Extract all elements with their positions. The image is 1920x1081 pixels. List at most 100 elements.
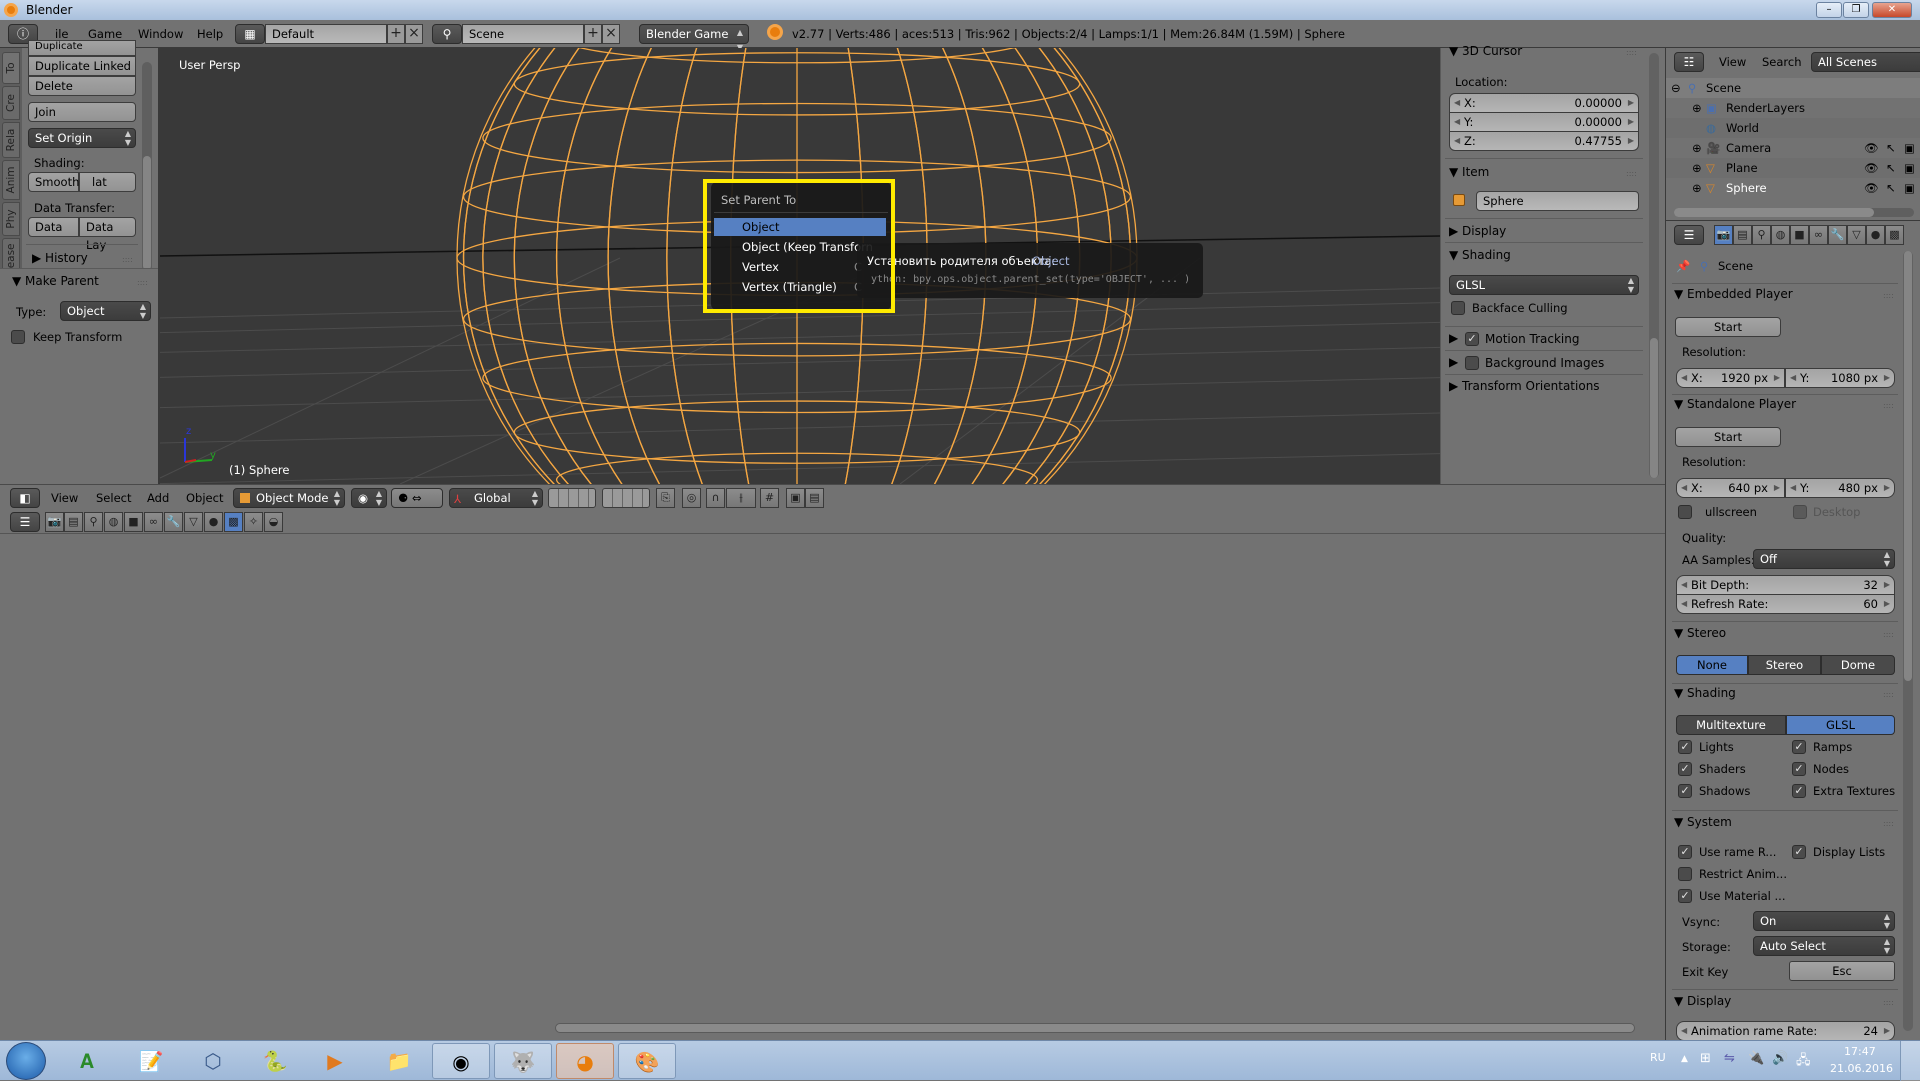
shade-flat-button[interactable]: lat [79, 172, 136, 192]
network-sync-icon[interactable]: ⇋ [1724, 1051, 1735, 1066]
menu-file[interactable]: ile [55, 27, 68, 41]
tab-render-icon[interactable]: 📷 [45, 512, 64, 532]
menu-window[interactable]: Window [138, 27, 183, 41]
stereo-dome-button[interactable]: Dome [1821, 655, 1895, 675]
backface-culling-checkbox[interactable] [1451, 301, 1465, 315]
menu-game[interactable]: Game [88, 27, 122, 41]
tab-object-icon[interactable]: ■ [1790, 225, 1809, 245]
desktop-checkbox[interactable] [1793, 505, 1807, 519]
interaction-mode-dropdown[interactable]: Object Mode ▲ ▼ [233, 488, 345, 508]
fullscreen-checkbox[interactable] [1678, 505, 1692, 519]
storage-dropdown[interactable]: Auto Select ▲ ▼ [1753, 936, 1895, 956]
cursor-y-field[interactable]: ◀ Y: 0.00000 ▶ [1449, 112, 1639, 132]
taskbar-explorer[interactable]: 📁 [370, 1043, 428, 1079]
tab-physics-icon[interactable]: ◒ [264, 512, 283, 532]
viewport-shading-button[interactable]: ◉ ▲ ▼ [351, 488, 387, 508]
taskbar-virtualbox[interactable]: ⬡ [184, 1043, 242, 1079]
restrict-anim-checkbox[interactable] [1678, 867, 1692, 881]
ramps-checkbox[interactable]: ✓ [1792, 740, 1806, 754]
tab-scene-icon[interactable]: ⚲ [84, 512, 103, 532]
npanel-scrollbar[interactable] [1649, 53, 1659, 478]
network-icon[interactable]: 🖧 [1796, 1051, 1811, 1073]
outliner-row-plane[interactable]: ⊕ ▽ Plane 👁 ↖ ▣ [1666, 158, 1920, 178]
display-panel-header[interactable]: ▼ Display [1674, 994, 1731, 1008]
tab-render-layers-icon[interactable]: ▤ [1733, 225, 1752, 245]
shading-panel-header[interactable]: ▼ Shading [1674, 686, 1736, 700]
tab-particles-icon[interactable]: ✧ [244, 512, 263, 532]
editor-type-properties-icon[interactable]: ☰ [1674, 225, 1704, 245]
display-panel-header[interactable]: ▶ Display [1449, 224, 1506, 238]
embedded-res-x-field[interactable]: ◀ X: 1920 px ▶ [1676, 368, 1785, 388]
lock-camera-icon[interactable]: ⎘ [656, 488, 675, 508]
tab-object-icon[interactable]: ■ [124, 512, 143, 532]
outliner-row-sphere[interactable]: ⊕ ▽ Sphere 👁 ↖ ▣ [1666, 178, 1920, 198]
use-material-checkbox[interactable]: ✓ [1678, 889, 1692, 903]
remove-scene-icon[interactable]: × [602, 24, 620, 44]
minimize-button[interactable]: – [1816, 2, 1842, 18]
menu-object[interactable]: Object [186, 491, 223, 505]
volume-icon[interactable]: 🔊 [1772, 1051, 1788, 1066]
power-icon[interactable]: 🔌 [1748, 1051, 1764, 1066]
transform-orientation-dropdown[interactable]: ⅄ Global ▲ ▼ [449, 488, 543, 508]
menu-select[interactable]: Select [96, 491, 131, 505]
show-hidden-icons-icon[interactable]: ▲ [1681, 1054, 1688, 1064]
tab-modifiers-icon[interactable]: 🔧 [1828, 225, 1847, 245]
editor-type-outliner-icon[interactable]: ☷ [1674, 52, 1704, 72]
taskbar-paint[interactable]: 🎨 [618, 1043, 676, 1079]
embedded-res-y-field[interactable]: ◀ Y: 1080 px ▶ [1785, 368, 1895, 388]
3d-cursor-panel-header[interactable]: ▼ 3D Cursor [1449, 44, 1522, 58]
tab-data-icon[interactable]: ▽ [1847, 225, 1866, 245]
duplicate-linked-button[interactable]: Duplicate Linked [28, 56, 136, 76]
add-scene-icon[interactable]: + [584, 24, 602, 44]
taskbar-notepadpp[interactable]: 📝 [122, 1043, 180, 1079]
aa-samples-dropdown[interactable]: Off ▲ ▼ [1753, 549, 1895, 569]
shade-smooth-button[interactable]: Smooth [28, 172, 79, 192]
tab-modifiers-icon[interactable]: 🔧 [164, 512, 183, 532]
editor-type-3dview-icon[interactable]: ◧ [10, 488, 40, 508]
layers-group-2[interactable] [602, 488, 650, 508]
operator-panel-title[interactable]: ▼ Make Parent [12, 274, 99, 288]
exit-key-field[interactable]: Esc [1789, 961, 1895, 981]
maximize-button[interactable]: ❐ [1843, 2, 1869, 18]
outliner-row-camera[interactable]: ⊕ 🎥 Camera 👁 ↖ ▣ [1666, 138, 1920, 158]
tab-material-icon[interactable]: ● [204, 512, 223, 532]
snap-icon[interactable]: ∩ [706, 488, 725, 508]
bit-depth-field[interactable]: ◀ Bit Depth: 32 ▶ [1676, 575, 1895, 595]
start-button[interactable] [6, 1042, 46, 1080]
viewport-shading-dropdown[interactable]: GLSL ▲ ▼ [1449, 275, 1639, 295]
pin-icon[interactable]: 📌 [1676, 259, 1690, 273]
stereo-none-button[interactable]: None [1676, 655, 1748, 675]
object-name-field[interactable]: Sphere [1476, 191, 1639, 211]
tab-texture-icon[interactable]: ▩ [1885, 225, 1904, 245]
use-frame-rate-checkbox[interactable]: ✓ [1678, 845, 1692, 859]
windows-flag-icon[interactable]: ⊞ [1700, 1051, 1711, 1066]
tab-world-icon[interactable]: ◍ [104, 512, 123, 532]
tab-render-layers-icon[interactable]: ▤ [64, 512, 83, 532]
standalone-res-x-field[interactable]: ◀ X: 640 px ▶ [1676, 478, 1785, 498]
standalone-res-y-field[interactable]: ◀ Y: 480 px ▶ [1785, 478, 1895, 498]
standalone-start-button[interactable]: Start [1675, 427, 1781, 447]
motion-tracking-checkbox[interactable]: ✓ [1465, 332, 1479, 346]
tab-tools[interactable]: To [2, 52, 20, 84]
lights-checkbox[interactable]: ✓ [1678, 740, 1692, 754]
show-desktop-button[interactable] [1900, 1041, 1920, 1081]
horizontal-scrollbar[interactable] [555, 1023, 1635, 1033]
display-lists-checkbox[interactable]: ✓ [1792, 845, 1806, 859]
close-button[interactable]: ✕ [1872, 2, 1912, 18]
pivot-point-button[interactable]: ⚈ ⇔ [391, 488, 443, 508]
shading-panel-header[interactable]: ▼ Shading [1449, 248, 1511, 262]
data-transfer-button[interactable]: Data [28, 217, 79, 237]
taskbar-chrome[interactable]: ◉ [432, 1043, 490, 1079]
motion-tracking-panel-header[interactable]: ▶ [1449, 331, 1458, 345]
clock-time[interactable]: 17:47 [1844, 1045, 1876, 1058]
shaders-checkbox[interactable]: ✓ [1678, 762, 1692, 776]
extra-textures-checkbox[interactable]: ✓ [1792, 784, 1806, 798]
embedded-player-panel-header[interactable]: ▼ Embedded Player [1674, 287, 1793, 301]
outliner-menu-search[interactable]: Search [1762, 55, 1802, 69]
outliner-row-world[interactable]: ◍ World [1666, 118, 1920, 138]
tab-animation[interactable]: Anim [2, 160, 20, 200]
tab-material-icon[interactable]: ● [1866, 225, 1885, 245]
shadows-checkbox[interactable]: ✓ [1678, 784, 1692, 798]
shading-multitexture-button[interactable]: Multitexture [1676, 715, 1786, 735]
taskbar-python[interactable]: 🐍 [246, 1043, 304, 1079]
